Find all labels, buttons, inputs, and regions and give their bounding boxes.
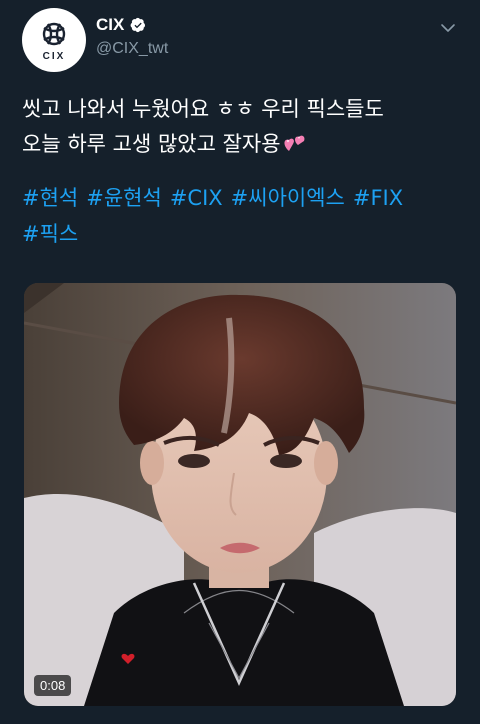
- avatar[interactable]: CIX: [22, 8, 86, 72]
- tweet-text-line: 오늘 하루 고생 많았고 잘자용: [22, 132, 281, 156]
- avatar-logo-text: CIX: [43, 51, 66, 62]
- tweet-text-line-2: 오늘 하루 고생 많았고 잘자용: [22, 127, 462, 162]
- hashtag-link[interactable]: #FIX: [353, 180, 403, 216]
- video-player[interactable]: 0:08: [24, 283, 456, 706]
- chevron-down-icon[interactable]: [440, 20, 456, 36]
- tweet-text: 씻고 나와서 누웠어요 ㅎㅎ 우리 픽스들도 오늘 하루 고생 많았고 잘자용: [22, 92, 462, 162]
- hashtag-link[interactable]: #픽스: [22, 216, 78, 252]
- handle[interactable]: @CIX_twt: [96, 40, 168, 58]
- two-hearts-emoji-icon: [284, 135, 305, 151]
- cix-logo-icon: CIX: [43, 22, 66, 62]
- tweet-text-line: 씻고 나와서 누웠어요 ㅎㅎ 우리 픽스들도: [22, 97, 384, 121]
- name-row: CIX: [96, 14, 146, 36]
- display-name[interactable]: CIX: [96, 15, 124, 35]
- video-duration: 0:08: [34, 675, 72, 696]
- hashtag-link[interactable]: #윤현석: [86, 180, 162, 216]
- video-thumbnail: [24, 283, 456, 706]
- verified-badge-icon: [130, 17, 146, 33]
- hashtag-link[interactable]: #CIX: [170, 180, 223, 216]
- hashtag-link[interactable]: #씨아이엑스: [231, 180, 345, 216]
- hashtag-list: #현석 #윤현석 #CIX #씨아이엑스 #FIX #픽스: [22, 180, 462, 252]
- hashtag-link[interactable]: #현석: [22, 180, 78, 216]
- tweet-header: CIX CIX @CIX_twt: [22, 8, 462, 72]
